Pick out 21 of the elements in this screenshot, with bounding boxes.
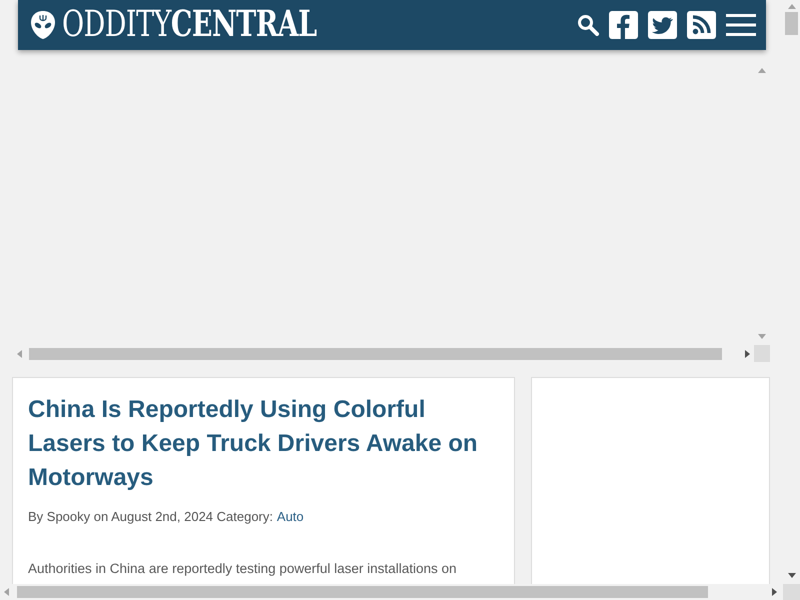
scroll-up-icon[interactable] [758,68,766,73]
twitter-icon[interactable] [648,11,677,39]
scrollbar-thumb[interactable] [29,348,722,360]
category-link[interactable]: Auto [276,509,304,524]
article-text: Authorities in China are reportedly testing powerful laser installations on [28,560,458,578]
facebook-icon[interactable] [609,11,638,39]
scroll-right-icon[interactable] [745,350,750,358]
scroll-left-icon[interactable] [4,588,9,596]
menu-icon[interactable] [726,13,756,37]
article-byline: By Spooky on August 2nd, 2024 Category: Auto [28,508,305,526]
article-title[interactable]: China Is Reportedly Using Colorful Lasers to Keep Truck Drivers Awake on Motorways [28,393,499,495]
scrollbar-thumb[interactable] [785,12,798,35]
search-icon[interactable] [577,14,599,36]
scroll-up-icon[interactable] [788,4,796,9]
scrollbar-thumb[interactable] [17,586,708,598]
scroll-down-icon[interactable] [788,573,796,578]
site-logo[interactable]: ODDITYCENTRAL [62,7,317,43]
scroll-left-icon[interactable] [17,350,22,358]
scroll-right-icon[interactable] [772,588,777,596]
rss-icon[interactable] [687,11,716,39]
alien-head-icon[interactable] [30,10,56,40]
